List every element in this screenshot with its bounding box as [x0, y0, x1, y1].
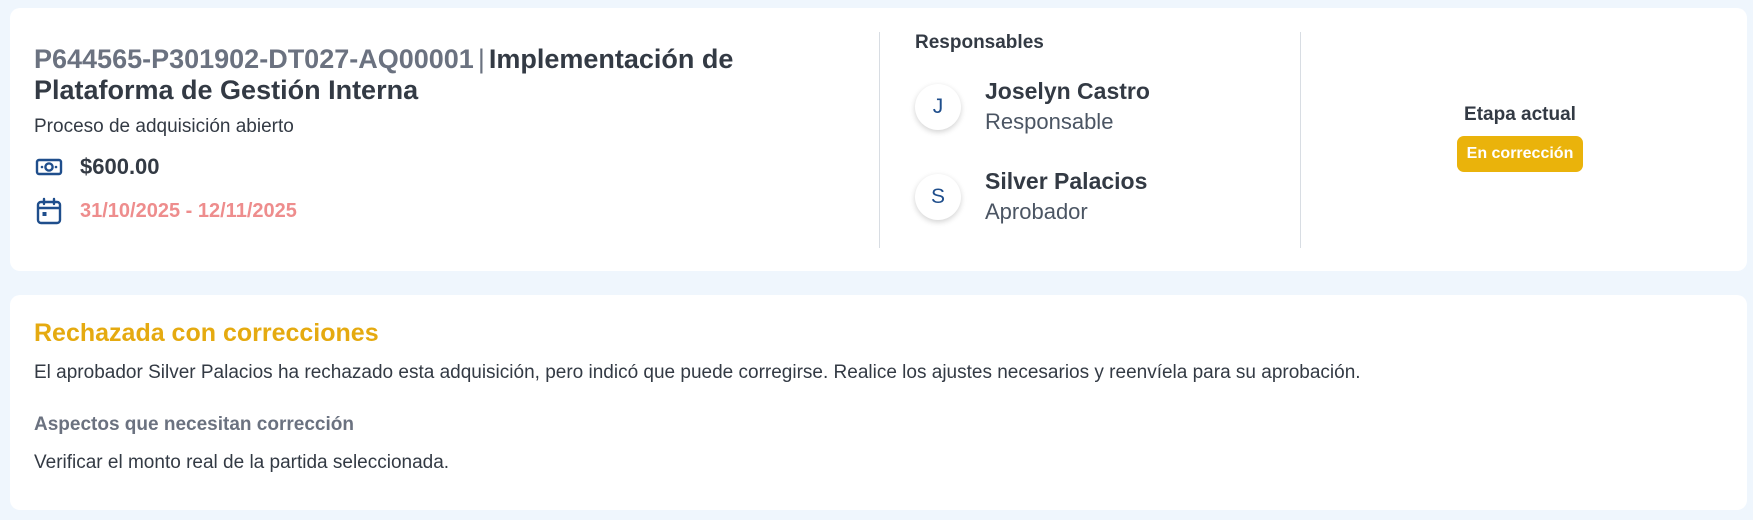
acquisition-name-line1: Implementación de: [488, 44, 734, 74]
rejection-message: El aprobador Silver Palacios ha rechazad…: [34, 362, 1361, 383]
aspects-label: Aspectos que necesitan corrección: [34, 414, 354, 435]
dates-row: 31/10/2025 - 12/11/2025: [34, 196, 834, 226]
money-icon: [34, 152, 64, 182]
person-item: J Joselyn Castro Responsable: [915, 76, 1315, 138]
aspects-text: Verificar el monto real de la partida se…: [34, 452, 450, 473]
responsables-title: Responsables: [915, 32, 1044, 53]
rejection-title: Rechazada con correcciones: [34, 319, 379, 347]
status-badge: En corrección: [1456, 136, 1584, 172]
person-role: Responsable: [985, 109, 1114, 134]
rejection-content: Rechazada con correcciones El aprobador …: [34, 319, 1724, 474]
title-separator: |: [477, 44, 485, 74]
avatar: J: [915, 84, 961, 130]
acquisition-dates: 31/10/2025 - 12/11/2025: [80, 199, 297, 222]
acquisition-code: P644565-P301902-DT027-AQ00001: [34, 44, 474, 74]
person-name: Silver Palacios: [985, 168, 1148, 194]
amount-row: $600.00: [34, 152, 834, 182]
avatar: S: [915, 174, 961, 220]
acquisition-summary-card: P644565-P301902-DT027-AQ00001 | Implementa…: [10, 8, 1747, 271]
acquisition-name-line2: Plataforma de Gestión Interna: [34, 75, 419, 105]
person-item: S Silver Palacios Aprobador: [915, 166, 1315, 228]
person-role: Aprobador: [985, 199, 1088, 224]
stage-label: Etapa actual: [1464, 104, 1576, 125]
column-divider: [879, 32, 880, 248]
rejection-card: Rechazada con correcciones El aprobador …: [10, 295, 1747, 510]
acquisition-status-text: Proceso de adquisición abierto: [34, 116, 294, 137]
acquisition-info: P644565-P301902-DT027-AQ00001 | Implementa…: [34, 44, 834, 226]
current-stage: Etapa actual En corrección: [1310, 104, 1730, 172]
acquisition-amount: $600.00: [80, 154, 160, 179]
acquisition-title: P644565-P301902-DT027-AQ00001 | Implementa…: [34, 44, 834, 106]
calendar-icon: [34, 196, 64, 226]
person-name: Joselyn Castro: [985, 78, 1150, 104]
responsables-panel: Responsables J Joselyn Castro Responsabl…: [915, 32, 1315, 228]
column-divider: [1300, 32, 1301, 248]
